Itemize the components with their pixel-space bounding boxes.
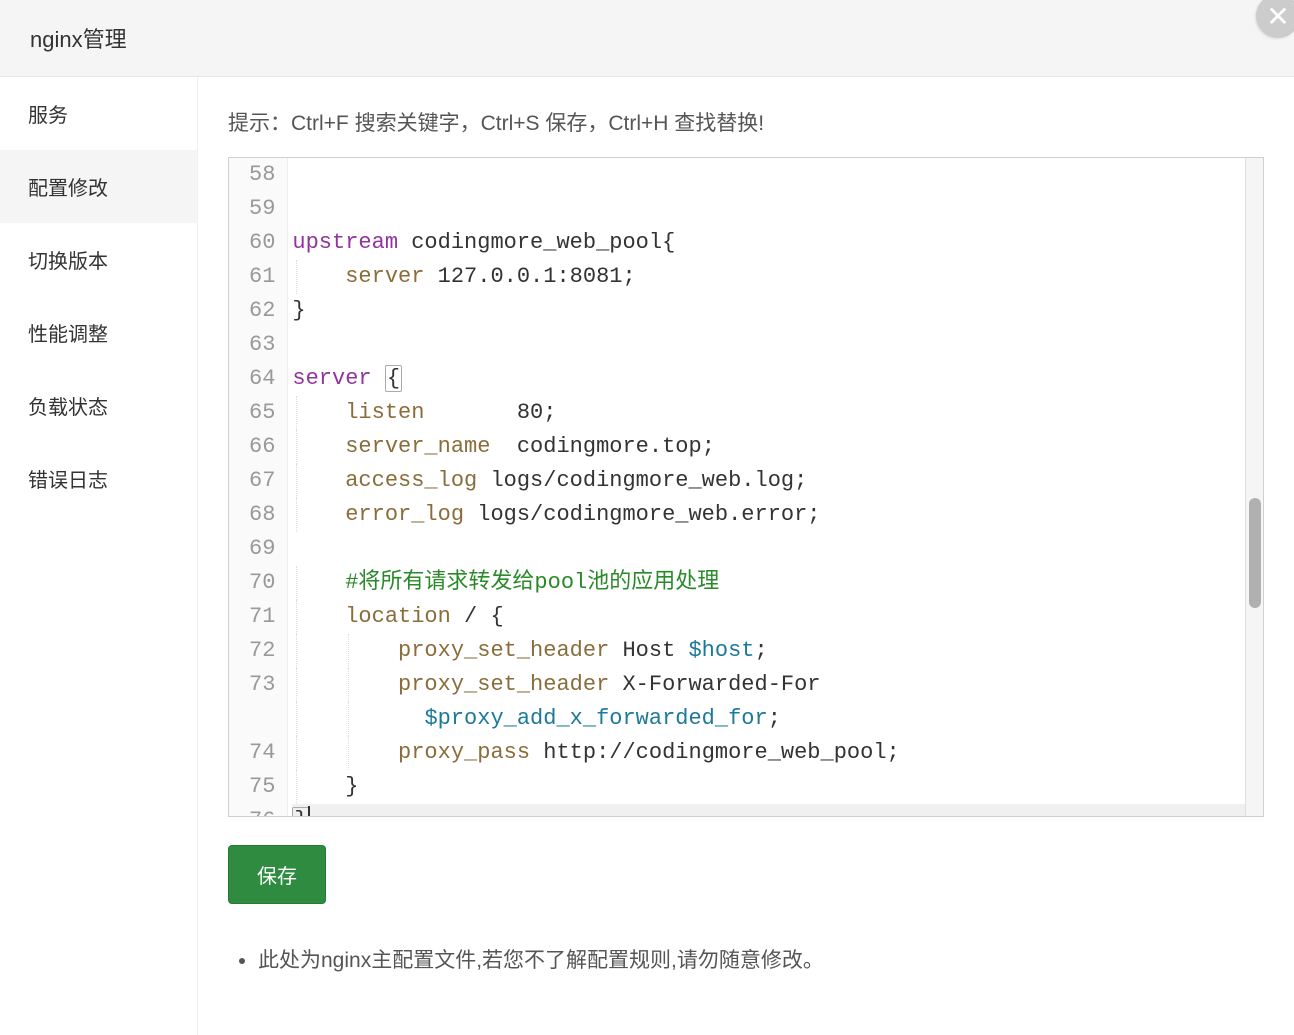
hint-text: 提示：Ctrl+F 搜索关键字，Ctrl+S 保存，Ctrl+H 查找替换!	[228, 107, 1264, 137]
editor-gutter: 58596061626364656667686970717273747576	[229, 158, 288, 816]
save-button[interactable]: 保存	[228, 845, 326, 904]
sidebar-item-2[interactable]: 切换版本	[0, 223, 197, 296]
sidebar: 服务配置修改切换版本性能调整负载状态错误日志	[0, 77, 198, 1035]
page-title: nginx管理	[0, 0, 1294, 77]
sidebar-item-3[interactable]: 性能调整	[0, 296, 197, 369]
sidebar-item-0[interactable]: 服务	[0, 77, 197, 150]
main-panel: 提示：Ctrl+F 搜索关键字，Ctrl+S 保存，Ctrl+H 查找替换! 5…	[198, 77, 1294, 1035]
note-item: 此处为nginx主配置文件,若您不了解配置规则,请勿随意修改。	[258, 944, 1264, 974]
editor-code[interactable]: upstream codingmore_web_pool{ server 127…	[288, 158, 1245, 816]
scrollbar-thumb[interactable]	[1249, 498, 1261, 608]
note-list: 此处为nginx主配置文件,若您不了解配置规则,请勿随意修改。	[228, 944, 1264, 974]
sidebar-item-1[interactable]: 配置修改	[0, 150, 197, 223]
sidebar-item-5[interactable]: 错误日志	[0, 442, 197, 515]
sidebar-item-4[interactable]: 负载状态	[0, 369, 197, 442]
scrollbar-track[interactable]	[1245, 158, 1263, 816]
code-editor[interactable]: 58596061626364656667686970717273747576 u…	[228, 157, 1264, 817]
